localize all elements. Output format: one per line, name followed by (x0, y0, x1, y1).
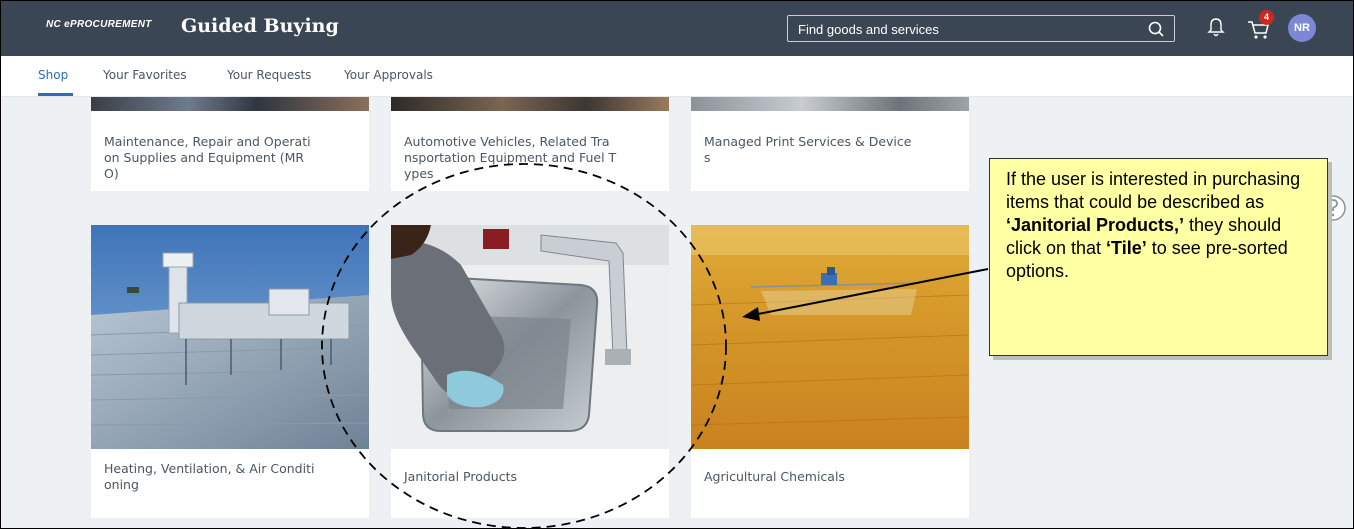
user-avatar[interactable]: NR (1288, 14, 1316, 42)
tab-bar: Shop Your Favorites Your Requests Your A… (1, 56, 1353, 97)
tile-label: Automotive Vehicles, Related Tra nsporta… (404, 134, 617, 181)
category-tile-managed-print[interactable]: Managed Print Services & Device s (691, 97, 969, 191)
cart-count-badge: 4 (1259, 10, 1274, 25)
tab-shop[interactable]: Shop (38, 68, 68, 82)
search-icon[interactable] (1146, 18, 1168, 40)
category-tile-automotive[interactable]: Automotive Vehicles, Related Tra nsporta… (391, 97, 669, 191)
category-tile-mro[interactable]: Maintenance, Repair and Operati on Suppl… (91, 97, 369, 191)
bell-icon[interactable] (1205, 15, 1227, 39)
hvac-rooftop-image (91, 225, 369, 449)
instruction-callout: If the user is interested in purchasing … (989, 158, 1328, 356)
search-box[interactable] (787, 15, 1175, 42)
tile-label: Agricultural Chemicals (704, 469, 845, 484)
tab-your-favorites[interactable]: Your Favorites (103, 68, 187, 82)
category-tile-hvac[interactable]: Heating, Ventilation, & Air Conditi onin… (91, 225, 369, 518)
tile-label: Maintenance, Repair and Operati on Suppl… (104, 134, 311, 181)
tile-label: Managed Print Services & Device s (704, 134, 912, 165)
app-window: NC ePROCUREMENT Guided Buying 4 NR Shop … (0, 0, 1354, 529)
tile-image (691, 97, 969, 111)
sink-cleaning-image (391, 225, 669, 449)
tab-your-approvals[interactable]: Your Approvals (344, 68, 433, 82)
tile-image (91, 97, 369, 111)
tile-label: Heating, Ventilation, & Air Conditi onin… (104, 461, 315, 492)
category-tile-janitorial[interactable]: Janitorial Products (391, 225, 669, 518)
callout-text-1: If the user is interested in purchasing … (1006, 169, 1301, 212)
tile-image (391, 97, 669, 111)
tile-label: Janitorial Products (404, 469, 517, 484)
callout-emphasis-janitorial: ‘Janitorial Products,’ (1006, 215, 1185, 235)
category-tile-agricultural-chemicals[interactable]: Agricultural Chemicals (691, 225, 969, 518)
brand-logo[interactable]: NC ePROCUREMENT (46, 19, 152, 30)
tab-your-requests[interactable]: Your Requests (227, 68, 311, 82)
crop-spraying-image (691, 225, 969, 449)
app-title[interactable]: Guided Buying (181, 15, 339, 37)
top-bar: NC ePROCUREMENT Guided Buying 4 NR (1, 1, 1353, 56)
search-input[interactable] (796, 19, 1140, 40)
callout-emphasis-tile: ‘Tile’ (1106, 238, 1147, 258)
active-tab-indicator (38, 93, 73, 96)
